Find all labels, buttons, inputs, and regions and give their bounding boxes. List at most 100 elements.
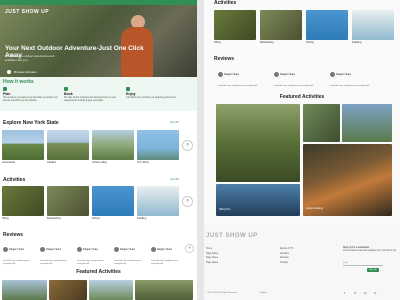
linkedin-icon[interactable]: in (374, 291, 376, 295)
activity-card-hiking[interactable]: Hiking (2, 186, 44, 220)
featured-image[interactable] (342, 104, 392, 142)
card-caption: Paddling (352, 41, 362, 44)
avatar (3, 247, 8, 253)
reviews-next-arrow[interactable]: › (185, 244, 194, 253)
review-card: Dalgan Helen Loved the trip, everything … (274, 66, 319, 88)
featured-image[interactable] (2, 280, 47, 300)
step-title: Enjoy (126, 92, 136, 96)
featured-title: Featured Activities (76, 269, 121, 275)
featured-image[interactable] (303, 104, 340, 142)
activity-card-hiking[interactable]: Hiking (214, 10, 256, 44)
footer-link[interactable]: Page Name (206, 256, 218, 261)
explore-card-catskills[interactable]: Catskills (47, 130, 89, 164)
review-card: Dalgan Helen Loved the trip, everything … (77, 241, 111, 265)
avatar (114, 247, 119, 253)
activity-card-paddling[interactable]: Paddling (137, 186, 179, 220)
avatar (330, 72, 335, 78)
card-image (260, 10, 302, 40)
card-image (47, 130, 89, 160)
explore-card-adirondacks[interactable]: Adirondacks (2, 130, 44, 164)
explore-card-hudson-valley[interactable]: Hudson Valley (92, 130, 134, 164)
review-text: Loved the trip, everything was arranged … (77, 260, 104, 265)
instagram-icon[interactable]: ◎ (364, 291, 367, 295)
reviews-title: Reviews (214, 56, 235, 62)
review-card: Dalgan Helen Loved the trip, everything … (40, 241, 74, 265)
activities-title: Activities (3, 177, 26, 183)
how-it-works-section: How it works Plan Tell us where you want… (0, 77, 197, 111)
activity-card-fishing[interactable]: Fishing (92, 186, 134, 220)
card-image (2, 130, 44, 160)
signup-button[interactable]: Sign Up (367, 268, 379, 272)
review-text: Loved the trip, everything was arranged … (40, 260, 67, 265)
activity-card-backpacking[interactable]: Backpacking (47, 186, 89, 220)
featured-image[interactable] (89, 280, 133, 300)
explore-next-arrow[interactable]: › (182, 140, 193, 151)
step-title: Book (64, 92, 73, 96)
newsletter-text: Get the latest news and updates from Jus… (343, 250, 397, 252)
activities-view-all[interactable]: View All (170, 178, 179, 181)
reviewer-name: Dalgan Helen (157, 248, 173, 252)
explore-title: Explore New York State (3, 120, 59, 126)
review-text: Loved the trip, everything was arranged … (274, 85, 314, 87)
review-card: Dalgan Helen Loved the trip, everything … (3, 241, 37, 265)
step-desc: We take all the bookings and arrangement… (64, 97, 116, 102)
footer-link[interactable]: Explore NYS (280, 247, 293, 252)
step-title: Plan (3, 92, 11, 96)
card-caption: Backpacking (260, 41, 274, 44)
explore-view-all[interactable]: View All (170, 121, 179, 124)
card-caption: Hiking (214, 41, 221, 44)
review-card: Dalgan Helen Loved the trip, everything … (330, 66, 375, 88)
card-caption: Hiking (2, 217, 9, 220)
featured-image[interactable] (135, 280, 193, 300)
activity-card-fishing[interactable]: Fishing (306, 10, 348, 44)
reviews-title: Reviews (3, 232, 24, 238)
copyright: © 2024 JSUS. All Rights Reserved (206, 292, 237, 294)
landing-page-right: Activities Hiking Backpacking Fishing Pa… (204, 0, 400, 300)
card-caption: Hudson Valley (92, 161, 108, 164)
reviewer-name: Dalgan Helen (224, 73, 240, 77)
step-desc: Tell us where you want to go and what yo… (3, 97, 58, 102)
explore-card-nyc-metro[interactable]: NYC Metro (137, 130, 179, 164)
review-text: Loved the trip, everything was arranged … (114, 260, 141, 265)
footer-link[interactable]: Page Name (206, 261, 218, 266)
footer-col-1: Home Page Name Page Name Page Name (206, 247, 218, 265)
step-enjoy: Enjoy Just Show Up, and have an amazing … (126, 87, 184, 100)
footer-link[interactable]: Contact (280, 261, 293, 266)
activities-next-arrow[interactable]: › (182, 196, 193, 207)
card-image (92, 186, 134, 216)
featured-caption: Hiking Trip (219, 208, 231, 211)
language-select[interactable]: English (260, 292, 267, 294)
card-caption: NYC Metro (137, 161, 149, 164)
featured-image-lake[interactable]: Hiking Trip (216, 184, 300, 216)
activities-title: Activities (214, 0, 237, 6)
review-card: Dalgan Helen Loved the trip, everything … (114, 241, 148, 265)
email-input[interactable]: Email (343, 262, 383, 266)
plan-icon (3, 87, 7, 91)
browse-activities-link[interactable]: Browse Activities (14, 70, 37, 74)
step-desc: Just Show Up, and have an amazing experi… (126, 97, 176, 99)
card-caption: Fishing (306, 41, 314, 44)
facebook-icon[interactable]: f (344, 291, 345, 295)
avatar (151, 247, 156, 253)
featured-image[interactable] (49, 280, 87, 300)
footer-brand[interactable]: JUST SHOW UP (206, 233, 258, 239)
featured-image-campfire[interactable]: Group Camping (303, 144, 392, 216)
card-caption: Backpacking (47, 217, 61, 220)
review-text: Loved the trip, everything was arranged … (151, 260, 178, 265)
twitter-icon[interactable]: 𝕏 (354, 291, 356, 295)
brand-logo[interactable]: JUST SHOW UP (5, 9, 49, 15)
featured-image-hiking[interactable] (216, 104, 300, 182)
featured-caption: Group Camping (306, 207, 323, 210)
review-text: Loved the trip, everything was arranged … (3, 260, 30, 265)
reviewer-name: Dalgan Helen (9, 248, 25, 252)
activity-card-backpacking[interactable]: Backpacking (260, 10, 302, 44)
hero-section: JUST SHOW UP Your Next Outdoor Adventure… (0, 5, 197, 77)
card-image (214, 10, 256, 40)
step-book: Book We take all the bookings and arrang… (64, 87, 122, 103)
review-card: Dalgan Helen Loved the trip, everything … (218, 66, 263, 88)
compass-icon (7, 70, 11, 74)
landing-page-left: JUST SHOW UP Your Next Outdoor Adventure… (0, 0, 197, 300)
reviewer-name: Dalgan Helen (280, 73, 296, 77)
reviewer-name: Dalgan Helen (83, 248, 99, 252)
activity-card-paddling[interactable]: Paddling (352, 10, 394, 44)
